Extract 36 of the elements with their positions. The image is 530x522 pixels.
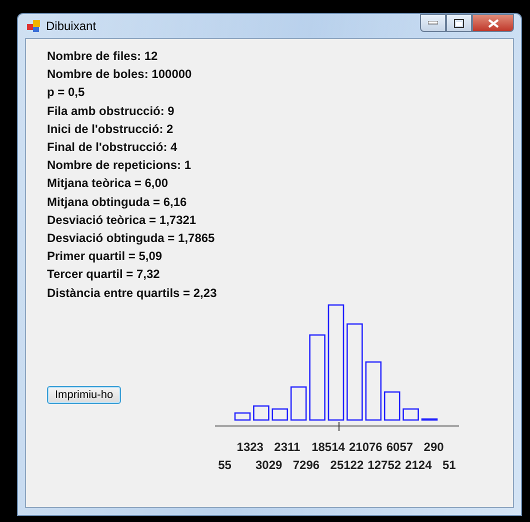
stat-label: Fila amb obstrucció: 9	[47, 102, 176, 120]
maximize-button[interactable]	[446, 14, 472, 32]
stat-label: Mitjana teòrica = 6,00	[47, 175, 170, 192]
count-label: 25122	[330, 458, 364, 472]
stat-label: Nombre de files: 12	[47, 48, 159, 65]
stat-label: Nombre de repeticions: 1	[47, 157, 192, 174]
stat-label: Desviació teòrica = 1,7321	[47, 212, 198, 229]
stat-label: Distància entre quartils = 2,23	[47, 284, 218, 302]
count-label: 18514	[312, 440, 345, 454]
stat-label: Nombre de boles: 100000	[47, 66, 193, 84]
close-icon	[488, 18, 498, 28]
count-label: 51	[442, 458, 456, 472]
count-label: 6057	[386, 440, 414, 454]
stat-label: Inici de l'obstrucció: 2	[47, 120, 174, 138]
stat-label: p = 0,5	[47, 84, 86, 102]
count-label: 2124	[405, 458, 432, 472]
app-icon	[27, 19, 41, 33]
stat-label: Mitjana obtinguda = 6,16	[47, 194, 188, 211]
count-label: 55	[218, 458, 232, 472]
count-label: 21076	[348, 440, 382, 454]
count-label: 7296	[292, 458, 320, 472]
count-label: 12752	[368, 458, 402, 472]
count-label: 290	[424, 440, 444, 454]
count-label: 3029	[255, 458, 282, 472]
close-button[interactable]	[472, 14, 514, 32]
count-label: 1323	[236, 440, 264, 454]
print-button[interactable]: Imprimiu-ho	[47, 386, 122, 404]
stat-label: Primer quartil = 5,09	[47, 248, 164, 266]
stat-label: Desviació obtinguda = 1,7865	[47, 230, 216, 248]
minimize-button[interactable]	[420, 14, 446, 32]
count-label: 2311	[274, 440, 300, 454]
window-title: Dibuixant	[46, 19, 96, 33]
minimize-icon	[428, 21, 438, 25]
maximize-icon	[454, 18, 464, 28]
stat-label: Tercer quartil = 7,32	[47, 266, 161, 284]
stat-label: Final de l'obstrucció: 4	[47, 139, 178, 156]
